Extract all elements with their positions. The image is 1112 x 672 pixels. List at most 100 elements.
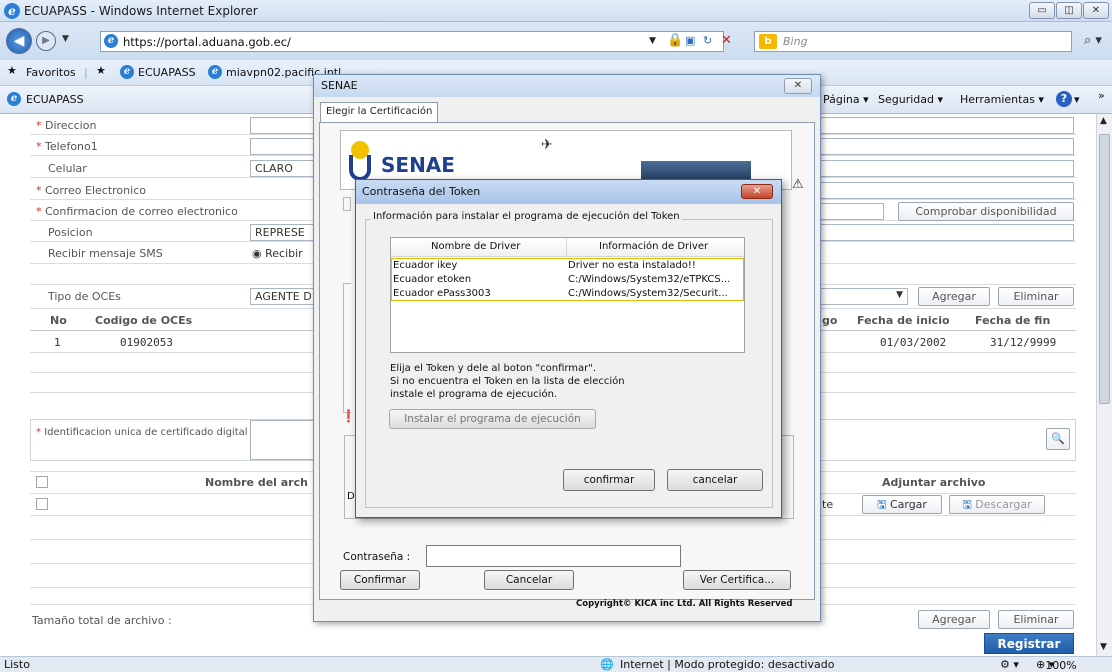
window-titlebar: e ECUAPASS - Windows Internet Explorer ▭…	[0, 0, 1112, 22]
install-driver-button[interactable]: Instalar el programa de ejecución	[389, 409, 596, 429]
senae-logo-icon	[349, 141, 371, 183]
favorites-button[interactable]: Favoritos	[26, 66, 76, 79]
scroll-down-icon[interactable]: ▼	[1100, 642, 1107, 652]
direccion-input[interactable]	[250, 117, 320, 134]
agregar-file-button[interactable]: Agregar	[918, 610, 990, 629]
stop-icon[interactable]: ✕	[721, 33, 732, 48]
cargar-button[interactable]: 🖫 Cargar	[862, 495, 942, 514]
col-fecha-fin: Fecha de fin	[975, 314, 1051, 327]
correo-input-right[interactable]	[818, 182, 1074, 199]
close-window-button[interactable]: ✕	[1083, 2, 1109, 19]
celular-input-right[interactable]	[818, 160, 1074, 177]
chevron-more-icon[interactable]: »	[1098, 89, 1105, 102]
page-scrollbar[interactable]: ▲ ▼	[1096, 114, 1112, 656]
tipo-oce-dropdown[interactable]: ▼	[818, 288, 908, 305]
driver-name: Ecuador ePass3003	[393, 288, 491, 299]
sms-radio[interactable]: ◉ Recibir	[252, 247, 303, 260]
tab-icon: e	[7, 92, 21, 106]
window-title: ECUAPASS - Windows Internet Explorer	[24, 4, 258, 18]
url-field[interactable]: e https://portal.aduana.gob.ec/ ▼ 🔒 ▣ ↻ …	[100, 31, 732, 52]
driver-info: Driver no esta instalado!!	[568, 260, 696, 271]
zoom-settings-icon[interactable]: ⚙ ▾	[1000, 658, 1019, 671]
protected-mode-status: Internet | Modo protegido: desactivado	[620, 658, 835, 671]
direccion-input-right[interactable]	[818, 117, 1074, 134]
fav-link-ecuapass[interactable]: ECUAPASS	[138, 66, 196, 79]
confirm-correo-input-right[interactable]	[818, 203, 884, 220]
senae-close-button[interactable]: ✕	[784, 78, 812, 94]
oce-row-inicio: 01/03/2002	[880, 336, 947, 349]
tipo-oce-select[interactable]: AGENTE D	[250, 288, 320, 305]
senae-titlebar: SENAE ✕	[314, 75, 820, 97]
back-button[interactable]: ◀	[6, 28, 32, 54]
driver-name: Ecuador etoken	[393, 274, 472, 285]
telefono1-input[interactable]	[250, 138, 320, 155]
url-text: https://portal.aduana.gob.ec/	[123, 35, 291, 49]
lock-icon[interactable]: 🔒	[667, 33, 683, 48]
token-confirmar-button[interactable]: confirmar	[563, 469, 655, 491]
senae-cancelar-button[interactable]: Cancelar	[484, 570, 574, 590]
tab-elegir-certificacion[interactable]: Elegir la Certificación	[320, 102, 439, 122]
comprobar-button[interactable]: Comprobar disponibilidad	[898, 202, 1074, 221]
help-dropdown-icon[interactable]: ▾	[1074, 93, 1080, 106]
token-cancelar-button[interactable]: cancelar	[667, 469, 763, 491]
posicion-input-right[interactable]	[818, 224, 1074, 241]
eliminar-file-button[interactable]: Eliminar	[998, 610, 1074, 629]
menu-herramientas[interactable]: Herramientas ▾	[960, 93, 1044, 106]
search-cert-button[interactable]: 🔍	[1046, 428, 1070, 450]
descargar-button[interactable]: 🖫 Descargar	[949, 495, 1045, 514]
menu-seguridad[interactable]: Seguridad ▾	[878, 93, 943, 106]
favorites-star-icon[interactable]: ★	[7, 64, 17, 77]
history-dropdown-icon[interactable]: ▼	[62, 34, 69, 44]
ver-certificado-button[interactable]: Ver Certifica...	[683, 570, 791, 590]
token-titlebar: Contraseña del Token ✕	[356, 180, 781, 204]
bing-icon: b	[759, 34, 777, 49]
add-favorite-icon[interactable]: ★	[96, 64, 106, 77]
file-row-checkbox[interactable]	[36, 498, 48, 510]
help-icon[interactable]: ?	[1056, 91, 1072, 107]
select-all-checkbox[interactable]	[36, 476, 48, 488]
compat-view-icon[interactable]: ▣	[685, 34, 695, 47]
telefono1-label: * Telefono1	[36, 140, 98, 153]
status-bar: Listo 🌐 Internet | Modo protegido: desac…	[0, 656, 1112, 672]
ident-input[interactable]	[250, 420, 320, 460]
forward-button[interactable]: ▶	[36, 31, 56, 51]
refresh-icon[interactable]: ↻	[703, 34, 712, 47]
page-icon: e	[120, 65, 134, 79]
group-edge	[343, 283, 351, 413]
col-codigo: Codigo de OCEs	[95, 314, 193, 327]
scroll-thumb[interactable]	[1099, 134, 1110, 404]
token-close-button[interactable]: ✕	[741, 184, 773, 199]
registrar-button[interactable]: Registrar	[984, 633, 1074, 654]
menu-pagina[interactable]: Página ▾	[823, 93, 869, 106]
tab-ecuapass[interactable]: ECUAPASS	[26, 93, 84, 106]
save-icon: 🖫	[877, 498, 887, 511]
celular-select[interactable]: CLARO	[250, 160, 320, 177]
minimize-button[interactable]: ▭	[1029, 2, 1055, 19]
telefono1-input-right[interactable]	[818, 138, 1074, 155]
file-row-cont: te	[822, 498, 834, 511]
password-label: Contraseña :	[343, 551, 411, 563]
search-icon[interactable]: ⌕ ▾	[1084, 33, 1102, 48]
driver-info: C:/Windows/System32/Securit...	[568, 288, 728, 299]
posicion-select[interactable]: REPRESE	[250, 224, 320, 241]
maximize-button[interactable]: ◫	[1056, 2, 1082, 19]
address-bar-row: ◀ ▶ ▼ e https://portal.aduana.gob.ec/ ▼ …	[0, 22, 1112, 60]
search-placeholder: Bing	[783, 35, 808, 48]
instruction-line-1: Elija el Token y dele al boton "confirma…	[390, 363, 597, 374]
zoom-level[interactable]: ⊕ 100% ▾	[1036, 658, 1077, 672]
cert-group-text: D	[347, 491, 355, 502]
oce-row-fin: 31/12/9999	[990, 336, 1057, 349]
password-input[interactable]	[426, 545, 681, 567]
celular-label: Celular	[48, 162, 87, 175]
agregar-oce-button[interactable]: Agregar	[918, 287, 990, 306]
driver-row[interactable]: Ecuador etoken C:/Windows/System32/eTPKC…	[391, 273, 744, 287]
url-dropdown-icon[interactable]: ▼	[649, 36, 656, 46]
driver-row[interactable]: Ecuador ikey Driver no esta instalado!!	[391, 259, 744, 273]
eliminar-oce-button[interactable]: Eliminar	[998, 287, 1074, 306]
senae-confirmar-button[interactable]: Confirmar	[340, 570, 420, 590]
warning-icon: ❗	[341, 409, 356, 423]
driver-list[interactable]: Nombre de Driver Información de Driver E…	[390, 237, 745, 353]
driver-row[interactable]: Ecuador ePass3003 C:/Windows/System32/Se…	[391, 287, 744, 301]
scroll-up-icon[interactable]: ▲	[1100, 116, 1107, 126]
search-field[interactable]: b Bing	[754, 31, 1072, 52]
